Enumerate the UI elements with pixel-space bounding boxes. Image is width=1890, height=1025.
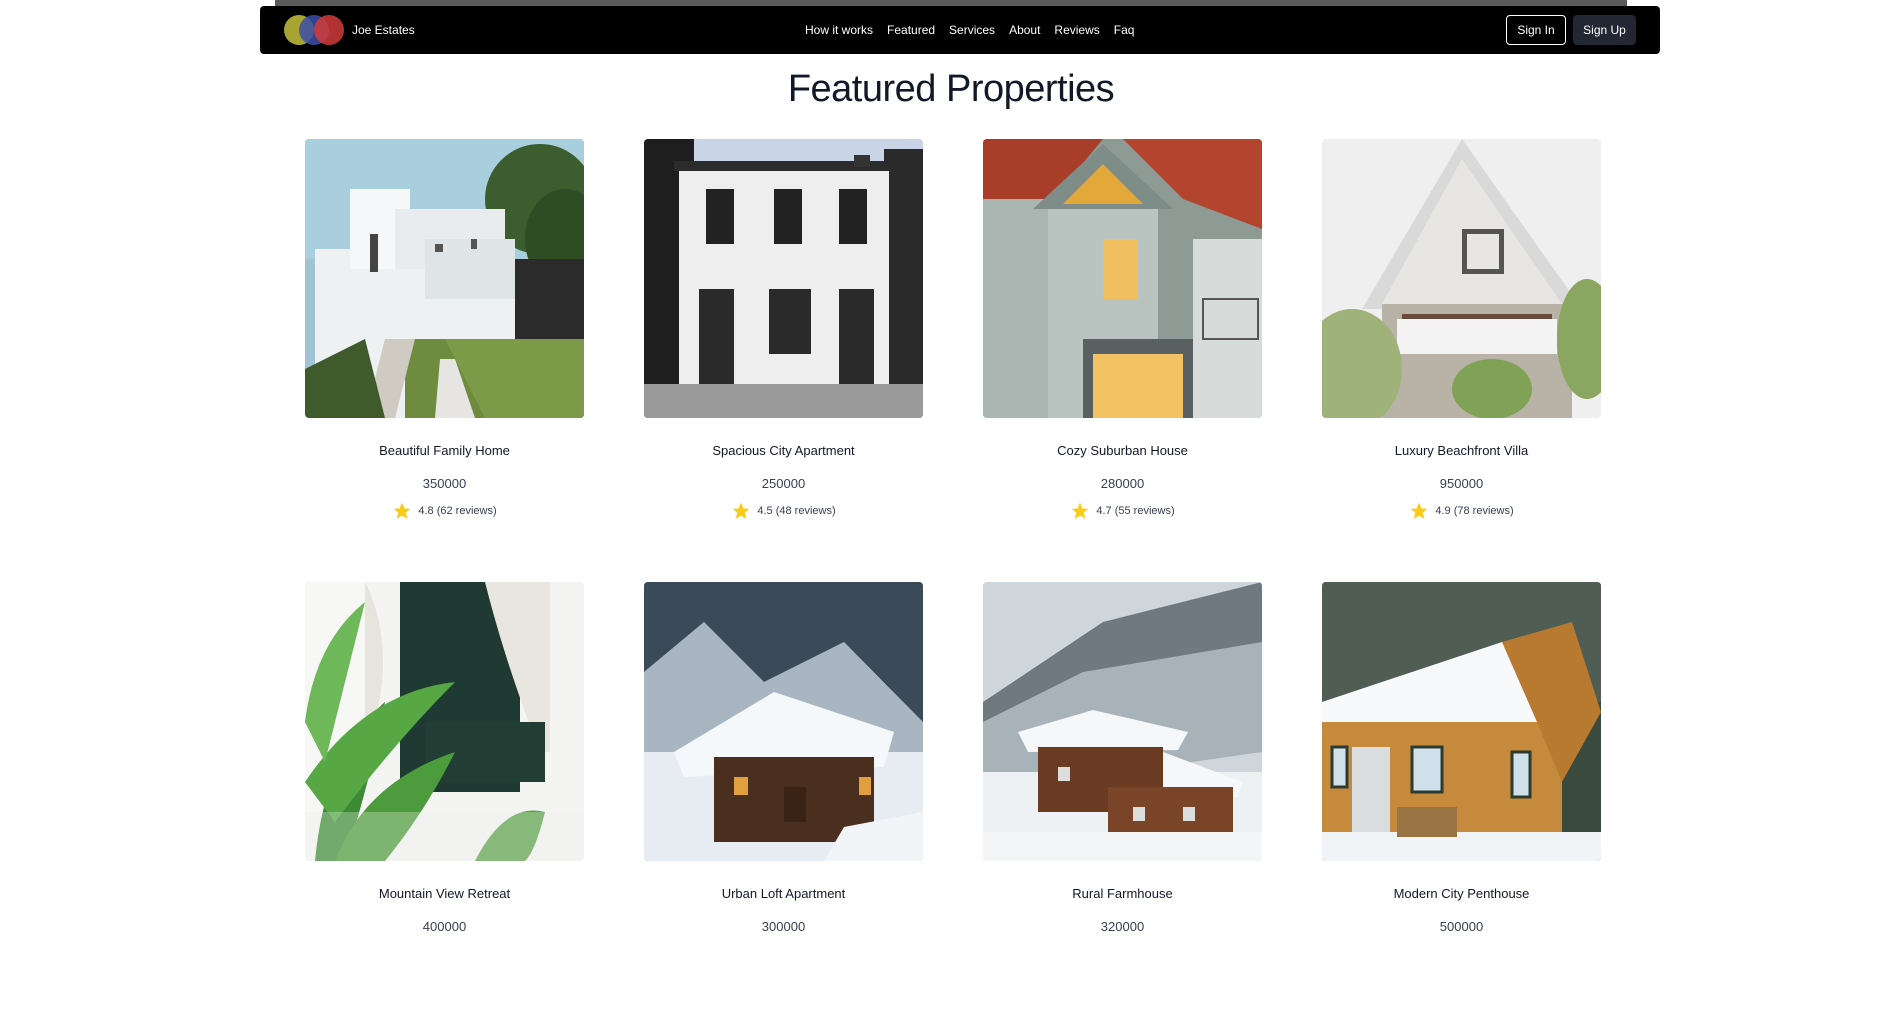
property-card[interactable]: Beautiful Family Home 350000 4.8 (62 rev… <box>305 139 584 582</box>
nav-links: How it works Featured Services About Rev… <box>805 6 1134 54</box>
nav-link-about[interactable]: About <box>1009 23 1040 37</box>
navbar: Joe Estates How it works Featured Servic… <box>260 6 1660 54</box>
property-price: 320000 <box>1100 919 1145 934</box>
property-image-white-modern-house[interactable] <box>305 139 584 418</box>
property-card[interactable]: Urban Loft Apartment 300000 <box>644 582 923 1025</box>
property-rating: 4.7 (55 reviews) <box>983 501 1262 521</box>
property-name[interactable]: Rural Farmhouse <box>983 886 1262 901</box>
property-grid: Beautiful Family Home 350000 4.8 (62 rev… <box>305 139 1605 1025</box>
auth-buttons: Sign In Sign Up <box>1506 15 1636 45</box>
property-name[interactable]: Urban Loft Apartment <box>644 886 923 901</box>
brand[interactable]: Joe Estates <box>284 15 415 45</box>
property-image-palm-balcony[interactable] <box>305 582 584 861</box>
property-price: 280000 <box>1100 476 1145 491</box>
nav-link-reviews[interactable]: Reviews <box>1054 23 1099 37</box>
rating-text: 4.9 (78 reviews) <box>1435 505 1514 517</box>
property-image-white-a-frame-cottage[interactable] <box>1322 139 1601 418</box>
property-rating: 4.9 (78 reviews) <box>1322 501 1601 521</box>
nav-link-faq[interactable]: Faq <box>1114 23 1135 37</box>
rating-text: 4.7 (55 reviews) <box>1096 505 1175 517</box>
property-name[interactable]: Cozy Suburban House <box>983 443 1262 458</box>
property-name[interactable]: Mountain View Retreat <box>305 886 584 901</box>
property-name[interactable]: Spacious City Apartment <box>644 443 923 458</box>
property-card[interactable]: Mountain View Retreat 400000 <box>305 582 584 1025</box>
rating-text: 4.8 (62 reviews) <box>418 505 497 517</box>
property-image-grey-gabled-house[interactable] <box>983 139 1262 418</box>
sign-up-button[interactable]: Sign Up <box>1573 15 1636 45</box>
star-icon <box>394 502 411 519</box>
rating-text: 4.5 (48 reviews) <box>757 505 836 517</box>
property-name[interactable]: Modern City Penthouse <box>1322 886 1601 901</box>
property-card[interactable]: Modern City Penthouse 500000 <box>1322 582 1601 1025</box>
property-name[interactable]: Luxury Beachfront Villa <box>1322 443 1601 458</box>
property-price: 250000 <box>761 476 806 491</box>
property-rating: 4.8 (62 reviews) <box>305 501 584 521</box>
property-card[interactable]: Cozy Suburban House 280000 4.7 (55 revie… <box>983 139 1262 582</box>
star-icon <box>733 502 750 519</box>
property-card[interactable]: Rural Farmhouse 320000 <box>983 582 1262 1025</box>
nav-link-featured[interactable]: Featured <box>887 23 935 37</box>
property-image-snowy-log-cabin[interactable] <box>1322 582 1601 861</box>
property-price: 300000 <box>761 919 806 934</box>
property-card[interactable]: Spacious City Apartment 250000 4.5 (48 r… <box>644 139 923 582</box>
property-rating: 4.5 (48 reviews) <box>644 501 923 521</box>
property-image-snowy-mountain-chalet[interactable] <box>644 582 923 861</box>
star-icon <box>1411 502 1428 519</box>
brand-name: Joe Estates <box>352 23 415 37</box>
property-price: 950000 <box>1439 476 1484 491</box>
property-name[interactable]: Beautiful Family Home <box>305 443 584 458</box>
property-image-white-brick-townhouse[interactable] <box>644 139 923 418</box>
property-price: 500000 <box>1439 919 1484 934</box>
page-title: Featured Properties <box>787 68 1115 110</box>
star-icon <box>1072 502 1089 519</box>
property-price: 400000 <box>422 919 467 934</box>
property-image-snowy-valley-cabin[interactable] <box>983 582 1262 861</box>
nav-link-services[interactable]: Services <box>949 23 995 37</box>
property-price: 350000 <box>422 476 467 491</box>
property-card[interactable]: Luxury Beachfront Villa 950000 4.9 (78 r… <box>1322 139 1601 582</box>
logo-icon <box>284 15 344 45</box>
sign-in-button[interactable]: Sign In <box>1506 15 1566 45</box>
nav-link-how-it-works[interactable]: How it works <box>805 23 873 37</box>
